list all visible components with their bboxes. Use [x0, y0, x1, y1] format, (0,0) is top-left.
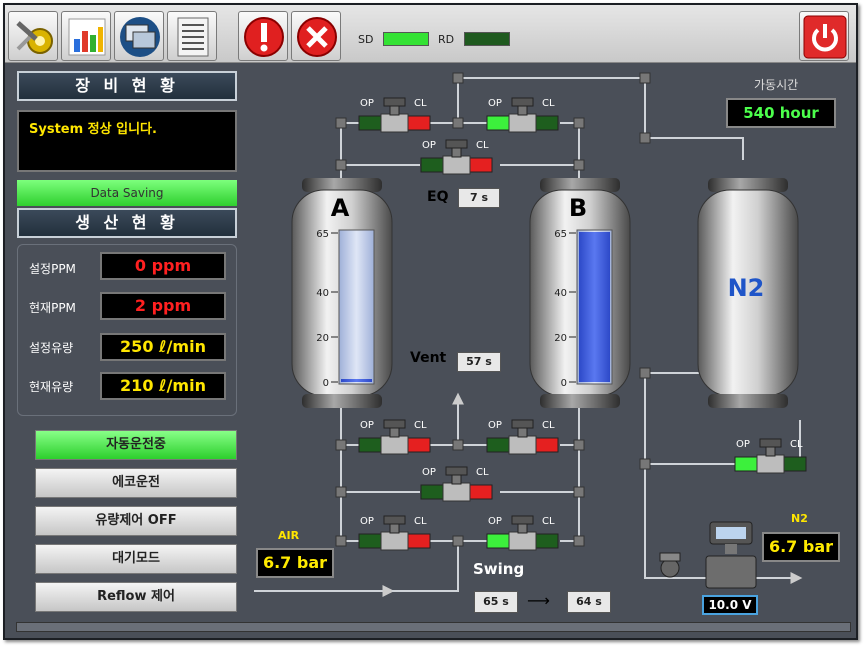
valve-eq-cl-label: CL	[476, 140, 489, 151]
bottom-status-bar	[16, 622, 851, 632]
pressure-transmitter-icon	[659, 552, 681, 578]
gauge-b-tick-20: 20	[554, 333, 567, 344]
tank-n2-label: N2	[728, 274, 765, 302]
tank-b-label: B	[569, 194, 587, 222]
valve-vent-left[interactable]: OP CL	[358, 419, 431, 455]
gauge-a-tick-0: 0	[323, 378, 329, 389]
tank-a-level-gauge	[338, 229, 375, 385]
valve-vent-right-cl-label: CL	[542, 420, 555, 431]
valve-vent-left-op-label: OP	[360, 420, 374, 431]
run-time-label: 가동시간	[754, 78, 799, 92]
tank-b-level-gauge	[576, 229, 613, 385]
valve-top-right-cl-label: CL	[542, 98, 555, 109]
valve-vent-left-cl-label: CL	[414, 420, 427, 431]
valve-bottom-left[interactable]: OP CL	[358, 515, 431, 551]
valve-eq-op-label: OP	[422, 140, 436, 151]
valve-n2-out-cl-label: CL	[790, 439, 803, 450]
flow-meter-icon	[705, 521, 757, 589]
eq-label: EQ	[427, 189, 449, 205]
swing-to-value: 64 s	[567, 591, 611, 613]
tank-b-level-fill	[579, 232, 610, 382]
swing-from-value: 65 s	[474, 591, 518, 613]
gauge-a-tick-65: 65	[316, 229, 329, 240]
voltage-value: 10.0 V	[702, 595, 758, 615]
run-time-value: 540 hour	[726, 98, 836, 128]
swing-label: Swing	[473, 560, 525, 578]
valve-top-left-cl-label: CL	[414, 98, 427, 109]
valve-top-left-op-label: OP	[360, 98, 374, 109]
valve-vent-right[interactable]: OP CL	[486, 419, 559, 455]
valve-mid-bottom-cl-label: CL	[476, 467, 489, 478]
valve-eq[interactable]: OP CL	[420, 139, 493, 175]
valve-top-left[interactable]: OP CL	[358, 97, 431, 133]
gauge-a-tick-40: 40	[316, 288, 329, 299]
valve-bottom-right-cl-label: CL	[542, 516, 555, 527]
air-label: AIR	[278, 529, 300, 542]
gauge-b-tick-65: 65	[554, 229, 567, 240]
n2-pressure-label: N2	[791, 512, 808, 525]
tank-a-label: A	[331, 194, 350, 222]
gauge-b-tick-40: 40	[554, 288, 567, 299]
valve-mid-bottom[interactable]: OP CL	[420, 466, 493, 502]
valve-n2-out-op-label: OP	[736, 439, 750, 450]
air-pressure-value: 6.7 bar	[256, 548, 334, 578]
eq-time-value: 7 s	[458, 188, 500, 208]
valve-bottom-right-op-label: OP	[488, 516, 502, 527]
valve-bottom-left-cl-label: CL	[414, 516, 427, 527]
gauge-b-tick-0: 0	[561, 378, 567, 389]
vent-time-value: 57 s	[457, 352, 501, 372]
valve-bottom-right[interactable]: OP CL	[486, 515, 559, 551]
vent-label: Vent	[410, 350, 447, 366]
n2-pressure-value: 6.7 bar	[762, 532, 840, 562]
tank-a-level-fill	[341, 379, 372, 382]
valve-vent-right-op-label: OP	[488, 420, 502, 431]
swing-arrow-icon: ⟶	[527, 591, 550, 610]
valve-n2-out[interactable]: OP CL	[734, 438, 807, 474]
valve-bottom-left-op-label: OP	[360, 516, 374, 527]
gauge-a-tick-20: 20	[316, 333, 329, 344]
valve-top-right-op-label: OP	[488, 98, 502, 109]
valve-mid-bottom-op-label: OP	[422, 467, 436, 478]
valve-top-right[interactable]: OP CL	[486, 97, 559, 133]
